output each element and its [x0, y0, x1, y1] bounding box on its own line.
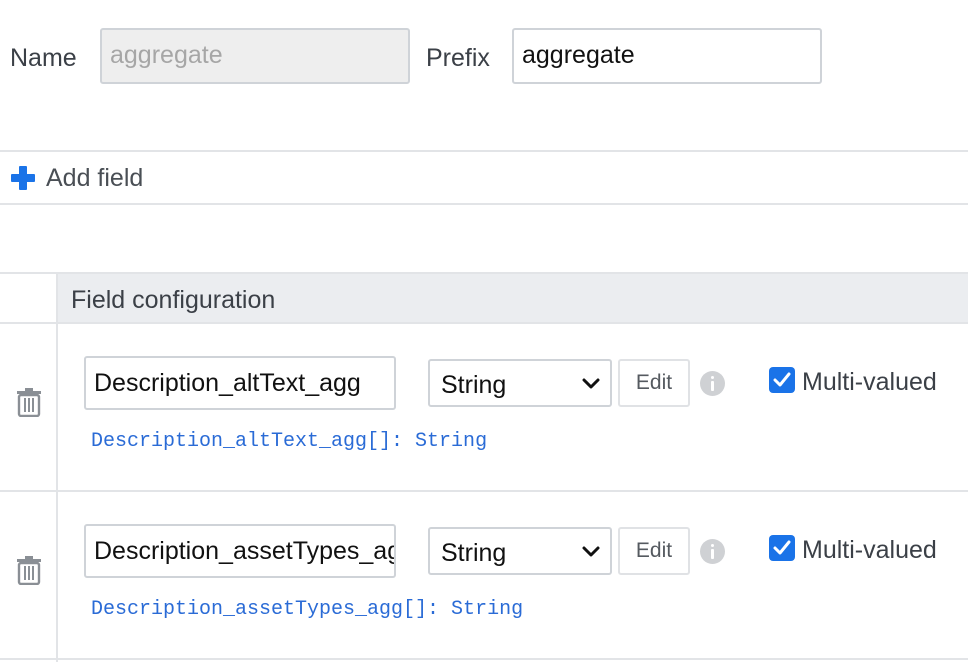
field-name-input[interactable]: Description_altText_agg [84, 356, 396, 410]
add-field-bar: Add field [0, 150, 968, 205]
field-signature: Description_altText_agg[]: String [91, 430, 488, 453]
multi-valued-label: Multi-valued [802, 536, 937, 564]
trash-icon[interactable] [16, 387, 42, 417]
field-signature: Description_assetTypes_agg[]: String [91, 598, 524, 621]
add-field-button[interactable]: Add field [46, 164, 143, 193]
chevron-down-icon [582, 546, 600, 557]
type-select-value: String [441, 539, 507, 567]
table-header: Field configuration [58, 274, 968, 324]
info-icon[interactable] [700, 539, 725, 564]
edit-button[interactable]: Edit [618, 527, 690, 575]
table-header-label: Field configuration [71, 286, 276, 314]
prefix-input[interactable]: aggregate [512, 28, 822, 84]
plus-icon[interactable] [11, 166, 35, 190]
multi-valued-checkbox[interactable] [769, 367, 795, 393]
column-divider [56, 274, 58, 662]
name-input: aggregate [100, 28, 410, 84]
info-icon[interactable] [700, 371, 725, 396]
aggregate-config-page: Name aggregate Prefix aggregate Add fiel… [0, 0, 968, 662]
prefix-label: Prefix [426, 44, 490, 72]
edit-button[interactable]: Edit [618, 359, 690, 407]
type-select[interactable]: String [428, 359, 612, 407]
table-row: Description_altText_agg String Edit Mult… [0, 324, 968, 492]
type-select[interactable]: String [428, 527, 612, 575]
table-header-spacer [0, 274, 56, 324]
table-row: Description_assetTypes_agg String Edit M… [0, 492, 968, 660]
multi-valued-label: Multi-valued [802, 368, 937, 396]
field-configuration-table: Field configuration Description_altText_… [0, 272, 968, 662]
trash-icon[interactable] [16, 555, 42, 585]
multi-valued-checkbox[interactable] [769, 535, 795, 561]
type-select-value: String [441, 371, 507, 399]
field-name-input[interactable]: Description_assetTypes_agg [84, 524, 396, 578]
name-label: Name [10, 44, 77, 72]
chevron-down-icon [582, 378, 600, 389]
